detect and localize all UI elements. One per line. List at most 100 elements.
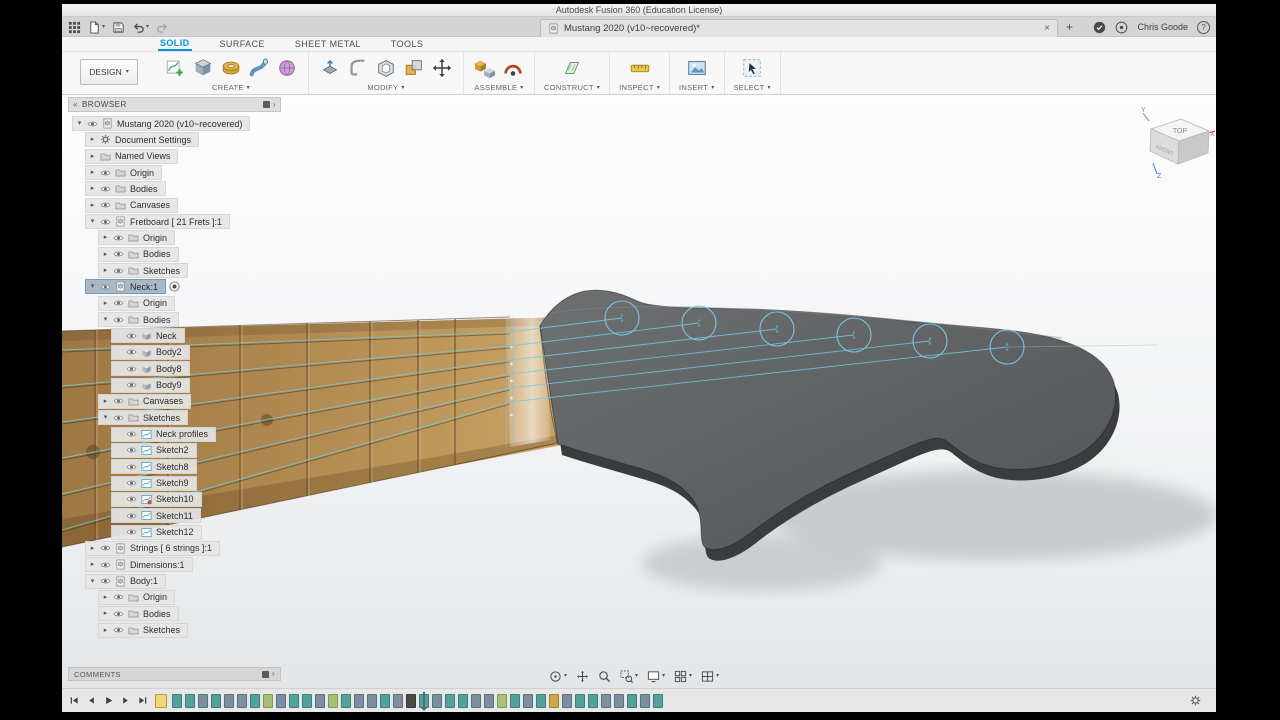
visibility-icon[interactable]: [113, 610, 124, 618]
sketch-create-icon[interactable]: [163, 56, 187, 80]
comments-bar[interactable]: COMMENTS ›: [68, 667, 281, 681]
visibility-icon[interactable]: [113, 593, 124, 601]
select-cursor-icon[interactable]: [740, 56, 764, 80]
browser-item[interactable]: Sketch8: [111, 459, 250, 475]
expand-icon[interactable]: ▸: [102, 267, 109, 274]
visibility-icon[interactable]: [126, 430, 137, 438]
visibility-icon[interactable]: [126, 332, 137, 340]
zoom-icon[interactable]: [598, 670, 611, 683]
ribbon-tab-surface[interactable]: SURFACE: [218, 39, 267, 51]
fillet-icon[interactable]: [346, 56, 370, 80]
file-icon[interactable]: ▾: [88, 20, 105, 34]
browser-item[interactable]: ▸ Origin: [85, 165, 250, 181]
sweep-pipe-icon[interactable]: [247, 56, 271, 80]
press-pull-icon[interactable]: [318, 56, 342, 80]
help-icon[interactable]: ?: [1197, 20, 1210, 34]
browser-item[interactable]: Sketch12: [111, 524, 250, 540]
activate-component-radio[interactable]: [169, 281, 180, 292]
ribbon-group-label[interactable]: INSERT ▾: [679, 83, 714, 92]
ribbon-tab-solid[interactable]: SOLID: [158, 38, 192, 51]
visibility-icon[interactable]: [100, 283, 111, 291]
timeline-feature-sk[interactable]: [445, 694, 455, 708]
browser-item[interactable]: ▸ Bodies: [85, 181, 250, 197]
design-menu-button[interactable]: DESIGN ▾: [80, 59, 138, 85]
visibility-icon[interactable]: [126, 365, 137, 373]
timeline-feature-cn[interactable]: [497, 694, 507, 708]
visibility-icon[interactable]: [126, 479, 137, 487]
ribbon-group-label[interactable]: SELECT ▾: [734, 83, 771, 92]
timeline-feature-dk[interactable]: [406, 694, 416, 708]
ribbon-group-label[interactable]: CONSTRUCT ▾: [544, 83, 600, 92]
browser-item[interactable]: ▾ Neck:1: [85, 279, 250, 295]
timeline-feature-sk[interactable]: [289, 694, 299, 708]
timeline-feature-sk[interactable]: [588, 694, 598, 708]
expand-icon[interactable]: ▸: [102, 300, 109, 307]
browser-item[interactable]: ▸ Dimensions:1: [85, 557, 250, 573]
expand-icon[interactable]: ▾: [102, 414, 109, 421]
timeline-feature-ft[interactable]: [471, 694, 481, 708]
browser-item[interactable]: ▾ Mustang 2020 (v10~recovered): [72, 116, 251, 131]
expand-icon[interactable]: ▸: [102, 234, 109, 241]
expand-icon[interactable]: ▸: [89, 561, 96, 568]
expand-icon[interactable]: ▾: [89, 218, 96, 225]
grid-settings-icon[interactable]: ▾: [674, 670, 692, 683]
ribbon-group-label[interactable]: MODIFY ▾: [367, 83, 404, 92]
browser-item[interactable]: Body8: [111, 361, 250, 377]
viewport[interactable]: « BROWSER › ▾ Mustang 2020 (v10~recovered…: [62, 95, 1216, 688]
go-to-start-icon[interactable]: [68, 694, 81, 707]
panel-expand-icon[interactable]: ›: [273, 100, 276, 109]
browser-item[interactable]: Neck: [111, 328, 250, 344]
expand-icon[interactable]: ▸: [102, 398, 109, 405]
timeline-feature-sk[interactable]: [536, 694, 546, 708]
move-cross-icon[interactable]: [430, 56, 454, 80]
notifications-icon[interactable]: [1115, 21, 1128, 34]
timeline-feature-ft[interactable]: [224, 694, 234, 708]
expand-icon[interactable]: ▸: [102, 594, 109, 601]
browser-item[interactable]: ▸ Document Settings: [85, 132, 250, 148]
browser-item[interactable]: ▾ Sketches: [98, 410, 250, 426]
expand-icon[interactable]: ▾: [76, 120, 83, 127]
timeline-feature-sk[interactable]: [341, 694, 351, 708]
timeline-feature-ft[interactable]: [523, 694, 533, 708]
comments-expand-icon[interactable]: ›: [272, 670, 275, 678]
undo-icon[interactable]: ▾: [132, 21, 149, 34]
step-forward-icon[interactable]: [119, 694, 132, 707]
browser-item[interactable]: ▸ Sketches: [98, 263, 250, 279]
visibility-icon[interactable]: [126, 463, 137, 471]
orbit-icon[interactable]: ▾: [549, 670, 567, 683]
browser-item[interactable]: ▸ Bodies: [98, 606, 250, 622]
timeline-feature-gd[interactable]: [549, 694, 559, 708]
solid-box-icon[interactable]: [191, 56, 215, 80]
close-tab-icon[interactable]: ×: [1044, 23, 1050, 34]
save-icon[interactable]: [112, 21, 125, 34]
timeline-feature-ft[interactable]: [276, 694, 286, 708]
construction-plane-icon[interactable]: [560, 56, 584, 80]
visibility-icon[interactable]: [126, 512, 137, 520]
timeline-feature-sk[interactable]: [302, 694, 312, 708]
visibility-icon[interactable]: [100, 169, 111, 177]
timeline-feature-ft[interactable]: [237, 694, 247, 708]
timeline-feature-ft[interactable]: [562, 694, 572, 708]
timeline-feature-sk[interactable]: [510, 694, 520, 708]
expand-icon[interactable]: ▸: [89, 169, 96, 176]
ribbon-tab-tools[interactable]: TOOLS: [389, 39, 425, 51]
browser-item[interactable]: Body9: [111, 377, 250, 393]
timeline-feature-ft[interactable]: [367, 694, 377, 708]
visibility-icon[interactable]: [113, 267, 124, 275]
visibility-icon[interactable]: [113, 316, 124, 324]
visibility-icon[interactable]: [126, 348, 137, 356]
visibility-icon[interactable]: [113, 299, 124, 307]
timeline-feature-ft[interactable]: [393, 694, 403, 708]
expand-icon[interactable]: ▸: [89, 545, 96, 552]
browser-item[interactable]: ▸ Canvases: [85, 197, 250, 213]
shell-box-icon[interactable]: [374, 56, 398, 80]
new-tab-button[interactable]: +: [1066, 20, 1073, 34]
new-component-icon[interactable]: [473, 56, 497, 80]
visibility-icon[interactable]: [126, 381, 137, 389]
panel-options-icon[interactable]: [262, 101, 270, 108]
step-back-icon[interactable]: [85, 694, 98, 707]
redo-icon[interactable]: [156, 21, 169, 34]
comments-options-icon[interactable]: [261, 670, 269, 678]
visibility-icon[interactable]: [87, 120, 98, 128]
visibility-icon[interactable]: [100, 577, 111, 585]
